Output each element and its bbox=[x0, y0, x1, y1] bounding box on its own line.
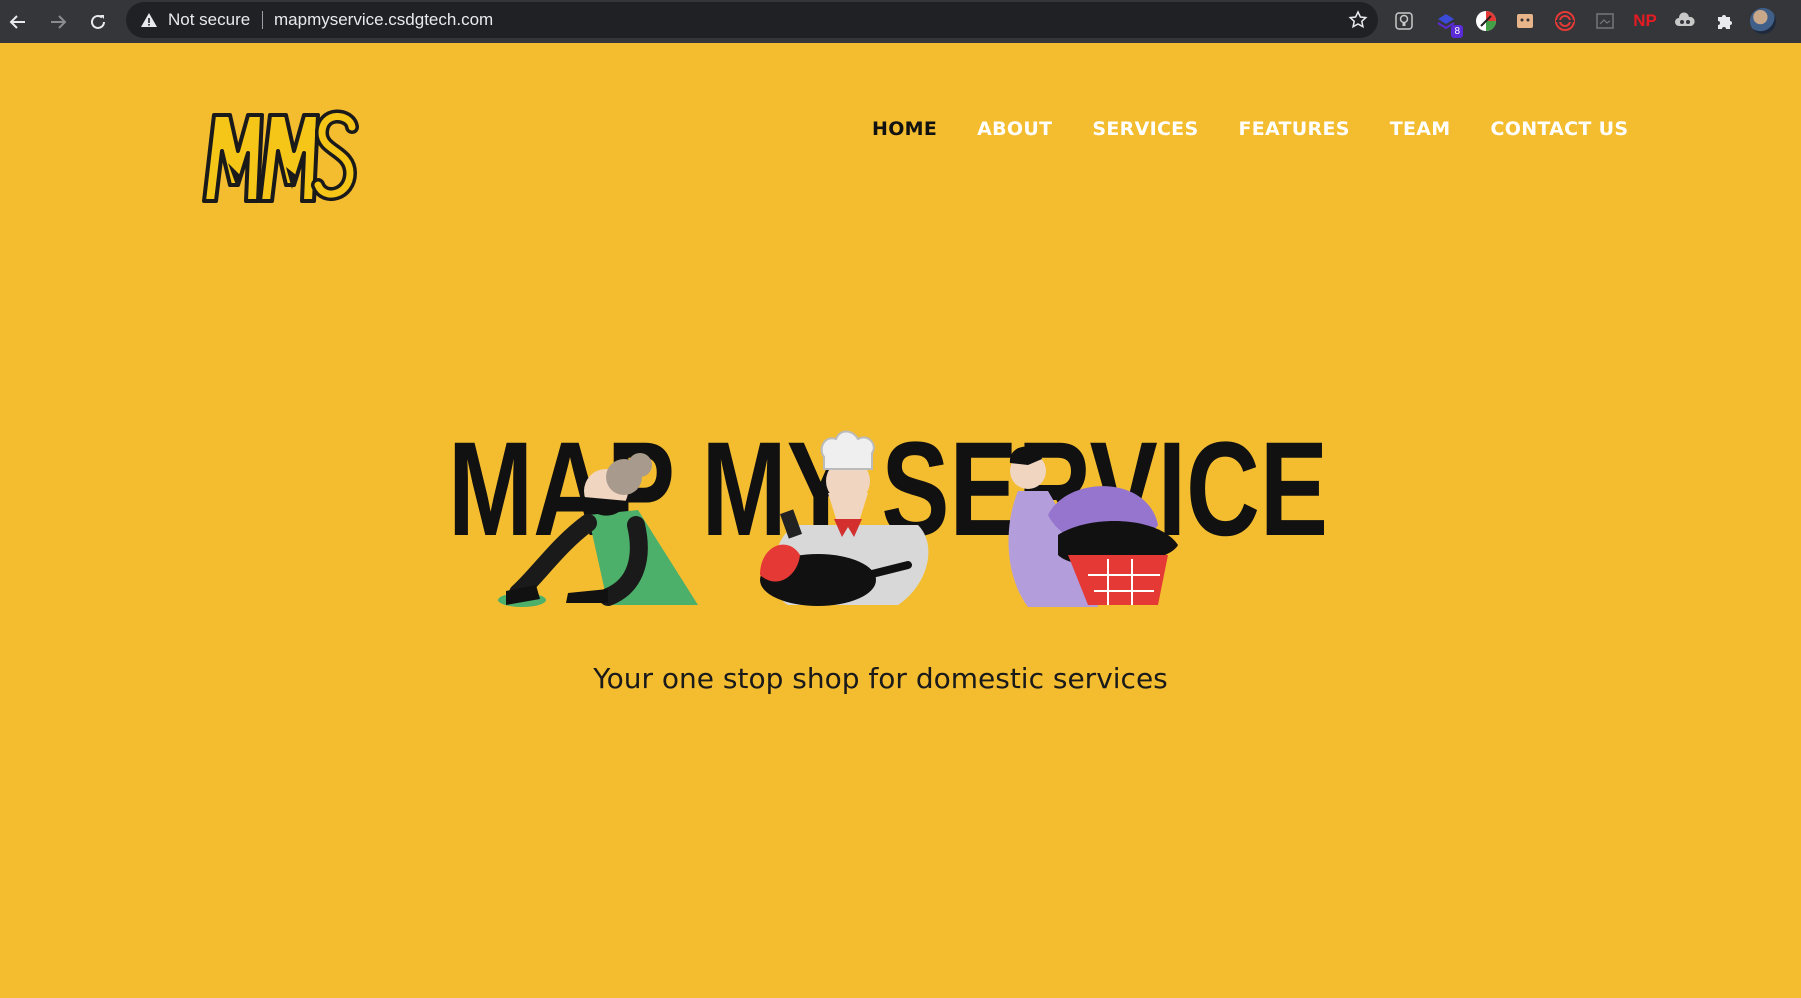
avatar bbox=[1750, 8, 1776, 34]
lightbulb-icon bbox=[1395, 12, 1413, 30]
reload-button[interactable] bbox=[82, 6, 114, 38]
hero-graphic: MAP MY SERVICE bbox=[448, 415, 1328, 607]
bookmark-star-icon[interactable] bbox=[1348, 10, 1368, 30]
logo-m1 bbox=[202, 113, 264, 203]
extensions-button[interactable] bbox=[1711, 8, 1737, 34]
puzzle-icon bbox=[1718, 15, 1732, 29]
face-box-icon bbox=[1517, 14, 1533, 28]
frame-icon bbox=[1596, 13, 1614, 29]
nav-services[interactable]: SERVICES bbox=[1092, 118, 1198, 140]
forward-button[interactable] bbox=[42, 6, 74, 38]
logo-s bbox=[311, 109, 359, 201]
extension-spiral[interactable] bbox=[1552, 8, 1578, 34]
reload-icon bbox=[91, 14, 105, 29]
main-nav: HOME ABOUT SERVICES FEATURES TEAM CONTAC… bbox=[872, 118, 1628, 140]
profile-avatar[interactable] bbox=[1750, 8, 1776, 34]
extension-stack[interactable]: 8 bbox=[1433, 8, 1463, 38]
nav-contact-us[interactable]: CONTACT US bbox=[1491, 118, 1629, 140]
forward-arrow-icon bbox=[51, 15, 67, 29]
security-label[interactable]: Not secure bbox=[168, 2, 250, 38]
site-logo[interactable] bbox=[200, 93, 360, 211]
extension-lightbulb[interactable] bbox=[1391, 8, 1417, 34]
back-button[interactable] bbox=[2, 6, 34, 38]
nav-team[interactable]: TEAM bbox=[1390, 118, 1451, 140]
browser-toolbar: Not secure mapmyservice.csdgtech.com 8 N… bbox=[0, 0, 1801, 43]
color-wheel-icon bbox=[1476, 11, 1496, 31]
address-bar[interactable]: Not secure mapmyservice.csdgtech.com bbox=[126, 2, 1378, 38]
nav-about[interactable]: ABOUT bbox=[977, 118, 1052, 140]
url-text[interactable]: mapmyservice.csdgtech.com bbox=[274, 2, 493, 38]
back-arrow-icon bbox=[9, 15, 25, 29]
nav-features[interactable]: FEATURES bbox=[1238, 118, 1349, 140]
spiral-icon bbox=[1555, 11, 1575, 31]
extension-color[interactable] bbox=[1473, 8, 1499, 34]
page-body: HOME ABOUT SERVICES FEATURES TEAM CONTAC… bbox=[0, 43, 1801, 998]
extension-cloud[interactable] bbox=[1672, 8, 1698, 34]
extension-face[interactable] bbox=[1512, 8, 1538, 34]
nav-home[interactable]: HOME bbox=[872, 118, 937, 140]
cloud-icon bbox=[1675, 12, 1695, 26]
warning-icon bbox=[141, 13, 157, 27]
extension-badge: 8 bbox=[1451, 25, 1463, 38]
np-label: NP bbox=[1633, 11, 1657, 30]
extension-np[interactable]: NP bbox=[1632, 8, 1658, 34]
extension-frame[interactable] bbox=[1592, 8, 1618, 34]
address-separator bbox=[262, 11, 263, 29]
logo-m2 bbox=[258, 113, 320, 203]
hero-tagline: Your one stop shop for domestic services bbox=[593, 662, 1168, 695]
